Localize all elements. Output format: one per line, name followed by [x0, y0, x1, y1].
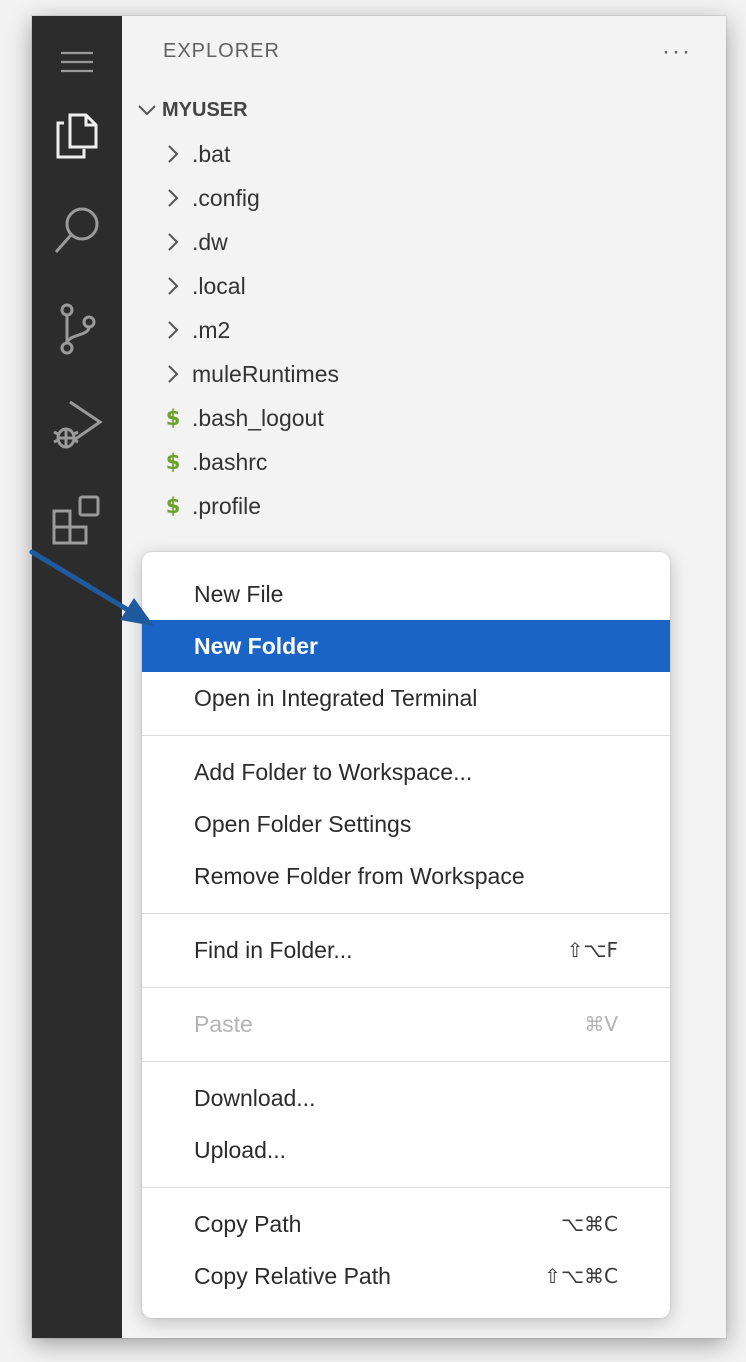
- tree-item-label: .bash_logout: [192, 404, 324, 431]
- ellipsis-icon[interactable]: ···: [662, 38, 692, 66]
- menu-item-add-folder-workspace[interactable]: Add Folder to Workspace...: [142, 746, 670, 798]
- explorer-title: EXPLORER: [163, 40, 280, 62]
- menu-separator: [142, 987, 670, 988]
- menu-item-find-in-folder[interactable]: Find in Folder... ⇧⌥F: [142, 924, 670, 976]
- tree-item-label: .m2: [192, 316, 231, 343]
- menu-item-shortcut: ⌘V: [584, 1012, 618, 1036]
- activity-bar: [32, 16, 122, 1338]
- shell-file-icon: $: [165, 494, 181, 518]
- tree-folder-row[interactable]: muleRuntimes: [122, 352, 726, 396]
- menu-separator: [142, 735, 670, 736]
- menu-item-label: Remove Folder from Workspace: [194, 862, 525, 889]
- search-icon[interactable]: [32, 200, 122, 260]
- chevron-right-icon: [158, 364, 188, 384]
- menu-icon[interactable]: [32, 44, 122, 80]
- menu-item-label: Open in Integrated Terminal: [194, 684, 478, 711]
- menu-item-new-file[interactable]: New File: [142, 568, 670, 620]
- menu-separator: [142, 1061, 670, 1062]
- menu-item-open-folder-settings[interactable]: Open Folder Settings: [142, 798, 670, 850]
- menu-item-label: Upload...: [194, 1136, 287, 1163]
- menu-item-label: New File: [194, 580, 284, 607]
- tree-item-label: .bashrc: [192, 448, 268, 475]
- root-folder-name: MYUSER: [162, 98, 248, 121]
- tree-item-label: .dw: [192, 228, 228, 255]
- menu-item-remove-folder-workspace[interactable]: Remove Folder from Workspace: [142, 850, 670, 902]
- tree-item-label: muleRuntimes: [192, 360, 339, 387]
- tree-item-label: .local: [192, 272, 246, 299]
- run-debug-icon[interactable]: [32, 394, 122, 454]
- tree-folder-row[interactable]: .local: [122, 264, 726, 308]
- file-tree: .bat .config .dw .local .m2 muleRuntimes: [122, 132, 726, 528]
- pointer-arrow: [29, 549, 154, 626]
- menu-item-shortcut: ⇧⌥F: [566, 938, 618, 962]
- menu-item-label: Paste: [194, 1010, 253, 1037]
- explorer-files-icon[interactable]: [32, 108, 122, 164]
- tree-folder-row[interactable]: .dw: [122, 220, 726, 264]
- chevron-right-icon: [158, 232, 188, 252]
- menu-item-label: New Folder: [194, 632, 318, 659]
- menu-item-label: Add Folder to Workspace...: [194, 758, 473, 785]
- menu-separator: [142, 1187, 670, 1188]
- chevron-right-icon: [158, 320, 188, 340]
- menu-item-label: Download...: [194, 1084, 316, 1111]
- menu-item-open-terminal[interactable]: Open in Integrated Terminal: [142, 672, 670, 724]
- tree-folder-row[interactable]: .m2: [122, 308, 726, 352]
- chevron-right-icon: [158, 188, 188, 208]
- menu-item-label: Open Folder Settings: [194, 810, 412, 837]
- menu-item-download[interactable]: Download...: [142, 1072, 670, 1124]
- tree-item-label: .profile: [192, 492, 262, 519]
- menu-item-label: Copy Relative Path: [194, 1262, 391, 1289]
- menu-item-copy-relative-path[interactable]: Copy Relative Path ⇧⌥⌘C: [142, 1250, 670, 1302]
- tree-item-label: .config: [192, 184, 260, 211]
- menu-item-shortcut: ⌥⌘C: [560, 1212, 618, 1236]
- tree-folder-row[interactable]: .bat: [122, 132, 726, 176]
- tree-file-row[interactable]: $ .bash_logout: [122, 396, 726, 440]
- chevron-right-icon: [158, 144, 188, 164]
- menu-item-copy-path[interactable]: Copy Path ⌥⌘C: [142, 1198, 670, 1250]
- menu-item-paste: Paste ⌘V: [142, 998, 670, 1050]
- menu-separator: [142, 913, 670, 914]
- tree-file-row[interactable]: $ .profile: [122, 484, 726, 528]
- context-menu: New File New Folder Open in Integrated T…: [142, 552, 670, 1318]
- menu-item-new-folder[interactable]: New Folder: [142, 620, 670, 672]
- root-folder-row[interactable]: MYUSER: [132, 94, 248, 126]
- chevron-right-icon: [158, 276, 188, 296]
- menu-item-label: Copy Path: [194, 1210, 302, 1237]
- tree-item-label: .bat: [192, 140, 231, 167]
- source-control-icon[interactable]: [32, 300, 122, 358]
- menu-item-shortcut: ⇧⌥⌘C: [544, 1264, 618, 1288]
- chevron-down-icon: [132, 103, 162, 117]
- tree-folder-row[interactable]: .config: [122, 176, 726, 220]
- menu-item-label: Find in Folder...: [194, 936, 353, 963]
- tree-file-row[interactable]: $ .bashrc: [122, 440, 726, 484]
- extensions-icon[interactable]: [32, 490, 122, 550]
- shell-file-icon: $: [165, 406, 181, 430]
- shell-file-icon: $: [165, 450, 181, 474]
- menu-item-upload[interactable]: Upload...: [142, 1124, 670, 1176]
